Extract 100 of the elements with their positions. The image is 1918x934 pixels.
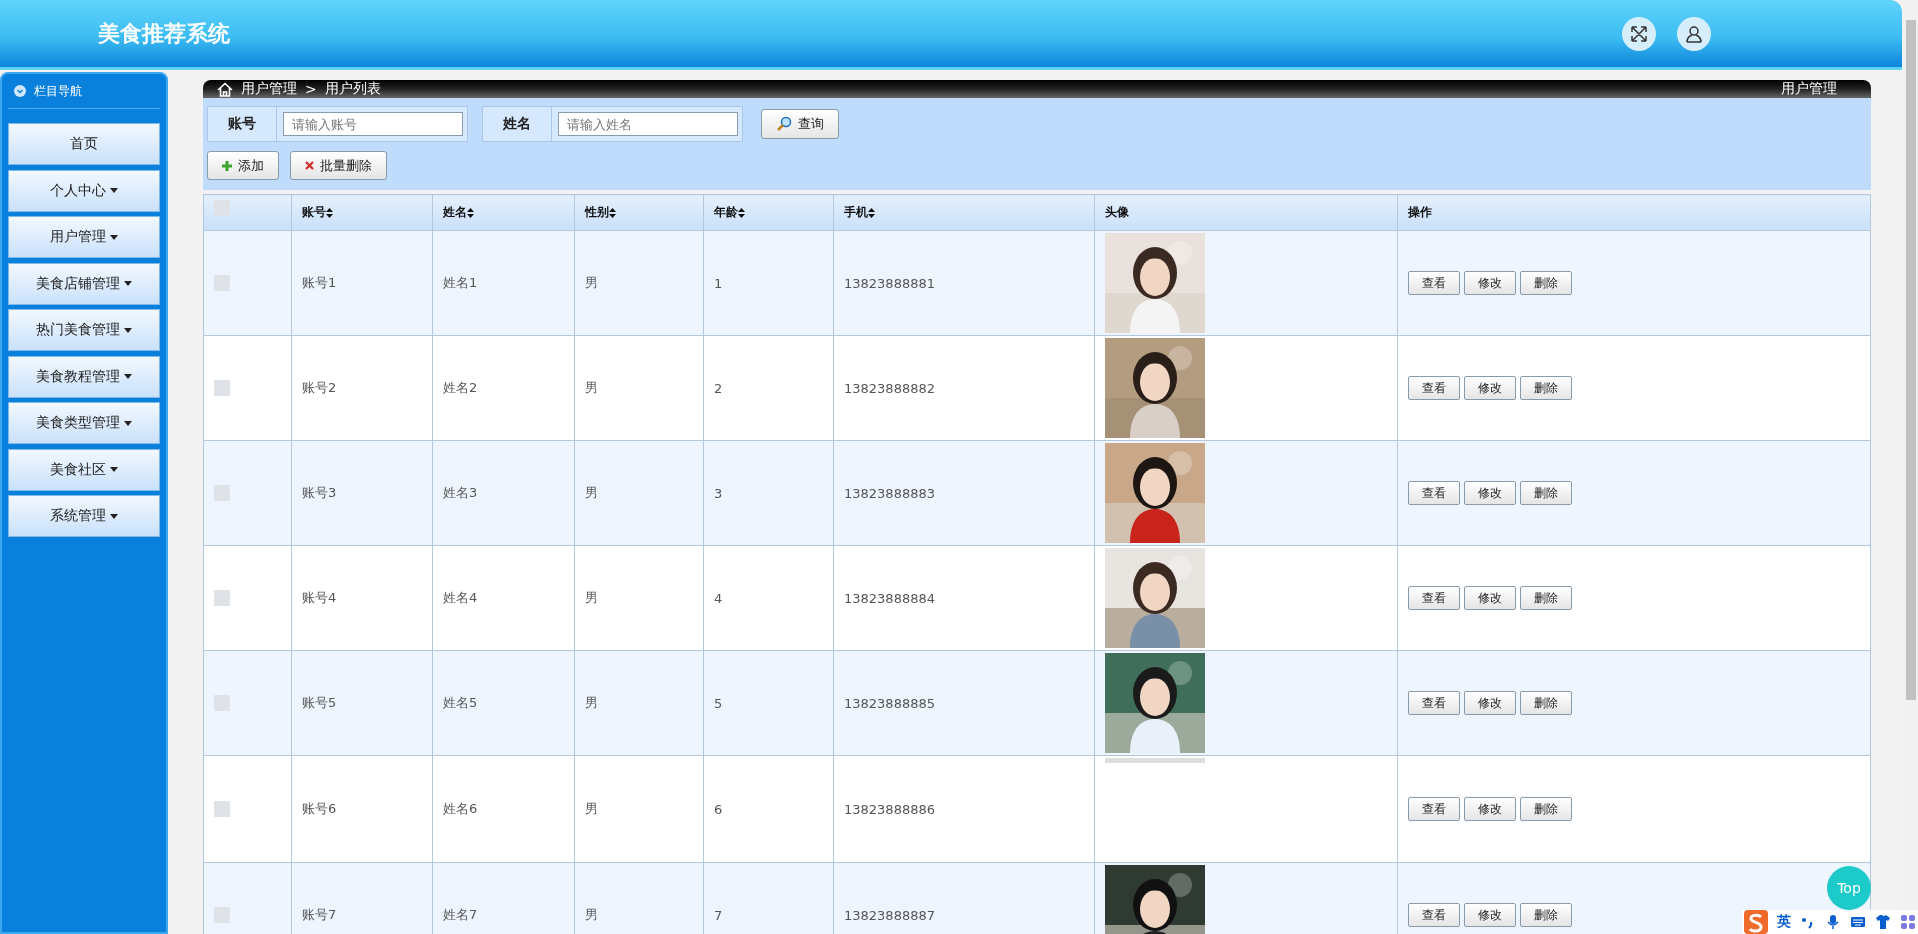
- sidebar-item[interactable]: 热门美食管理: [8, 309, 160, 351]
- plus-icon: [222, 160, 232, 171]
- row-action-button[interactable]: 删除: [1520, 797, 1572, 821]
- expand-icon: [1629, 23, 1649, 44]
- add-button[interactable]: 添加: [207, 151, 279, 180]
- column-header[interactable]: 手机: [844, 204, 875, 221]
- breadcrumb-link[interactable]: 用户管理: [241, 80, 297, 98]
- sidebar-item[interactable]: 用户管理: [8, 216, 160, 258]
- table-cell: 男: [574, 545, 704, 651]
- row-action-button[interactable]: 删除: [1520, 691, 1572, 715]
- batch-delete-button[interactable]: 批量删除: [290, 151, 387, 180]
- column-header[interactable]: 性别: [585, 204, 616, 221]
- sidebar-item[interactable]: 首页: [8, 123, 160, 165]
- row-action-button[interactable]: 删除: [1520, 481, 1572, 505]
- row-action-button[interactable]: 查看: [1408, 376, 1460, 400]
- table-cell: 13823888883: [833, 440, 1095, 546]
- table-cell: 7: [703, 862, 834, 934]
- row-action-button[interactable]: 查看: [1408, 691, 1460, 715]
- table-cell: 13823888886: [833, 755, 1095, 863]
- table-cell: 1: [703, 230, 834, 336]
- search-button[interactable]: 查询: [761, 109, 839, 139]
- home-icon: [217, 81, 233, 97]
- grid-icon: [1900, 914, 1916, 930]
- column-header[interactable]: 账号: [302, 204, 333, 221]
- column-header: 头像: [1105, 204, 1129, 221]
- table-cell: 账号5: [291, 650, 433, 756]
- table-cell: 男: [574, 230, 704, 336]
- table-cell: 男: [574, 862, 704, 934]
- cross-icon: [305, 161, 314, 170]
- table-cell: 账号6: [291, 755, 433, 863]
- table-cell: 姓名4: [432, 545, 575, 651]
- row-action-button[interactable]: 删除: [1520, 271, 1572, 295]
- row-action-button[interactable]: 删除: [1520, 376, 1572, 400]
- row-action-button[interactable]: 查看: [1408, 797, 1460, 821]
- table-cell: 3: [703, 440, 834, 546]
- row-checkbox[interactable]: [214, 275, 230, 291]
- user-icon: [1684, 23, 1704, 44]
- row-checkbox[interactable]: [214, 907, 230, 923]
- row-action-button[interactable]: 修改: [1464, 797, 1516, 821]
- breadcrumb-separator: >: [305, 81, 317, 97]
- row-action-button[interactable]: 修改: [1464, 903, 1516, 927]
- search-field[interactable]: 请输入账号: [283, 112, 463, 136]
- table-cell: 姓名1: [432, 230, 575, 336]
- row-action-button[interactable]: 修改: [1464, 271, 1516, 295]
- app-title: 美食推荐系统: [98, 19, 231, 48]
- table-cell: 男: [574, 335, 704, 441]
- field-label: 姓名: [483, 107, 552, 141]
- row-checkbox[interactable]: [214, 590, 230, 606]
- row-checkbox[interactable]: [214, 380, 230, 396]
- table-cell: 男: [574, 755, 704, 863]
- table-cell: 13823888885: [833, 650, 1095, 756]
- ime-mode[interactable]: 英: [1777, 913, 1791, 931]
- scrollbar-thumb[interactable]: [1906, 20, 1916, 700]
- table-cell: 账号7: [291, 862, 433, 934]
- table-cell: 13823888882: [833, 335, 1095, 441]
- table-cell: 6: [703, 755, 834, 863]
- sidebar-title: 栏目导航: [34, 82, 82, 100]
- row-checkbox[interactable]: [214, 695, 230, 711]
- table-cell: 4: [703, 545, 834, 651]
- search-field[interactable]: 请输入姓名: [558, 112, 738, 136]
- row-action-button[interactable]: 查看: [1408, 586, 1460, 610]
- user-button[interactable]: [1677, 16, 1711, 51]
- table-cell: 账号1: [291, 230, 433, 336]
- sidebar-item[interactable]: 美食教程管理: [8, 355, 160, 398]
- table-cell: 账号4: [291, 545, 433, 651]
- row-action-button[interactable]: 修改: [1464, 691, 1516, 715]
- table-cell: 姓名7: [432, 862, 575, 934]
- row-action-button[interactable]: 修改: [1464, 376, 1516, 400]
- row-action-button[interactable]: 修改: [1464, 481, 1516, 505]
- row-action-button[interactable]: 修改: [1464, 586, 1516, 610]
- table-cell: 13823888887: [833, 862, 1095, 934]
- microphone-icon: [1825, 914, 1841, 930]
- column-header[interactable]: 年龄: [714, 204, 745, 221]
- table-cell: 账号3: [291, 440, 433, 546]
- sidebar-item[interactable]: 美食类型管理: [8, 402, 160, 444]
- fullscreen-button[interactable]: [1622, 16, 1656, 51]
- table-cell: 账号2: [291, 335, 433, 441]
- table-cell: 姓名6: [432, 755, 575, 863]
- breadcrumb-link[interactable]: 用户列表: [324, 80, 381, 98]
- table-cell: 2: [703, 335, 834, 441]
- sidebar-item[interactable]: 美食社区: [8, 448, 160, 491]
- row-checkbox[interactable]: [214, 485, 230, 501]
- column-header[interactable]: 姓名: [443, 204, 474, 221]
- sidebar-item[interactable]: 个人中心: [8, 169, 160, 212]
- table-cell: 男: [574, 650, 704, 756]
- table-cell: 13823888884: [833, 545, 1095, 651]
- row-action-button[interactable]: 查看: [1408, 903, 1460, 927]
- row-action-button[interactable]: 查看: [1408, 481, 1460, 505]
- page-title: 用户管理: [1781, 80, 1837, 98]
- row-action-button[interactable]: 删除: [1520, 586, 1572, 610]
- sidebar-item[interactable]: 系统管理: [8, 495, 160, 537]
- table-cell: 姓名2: [432, 335, 575, 441]
- row-action-button[interactable]: 查看: [1408, 271, 1460, 295]
- row-action-button[interactable]: 删除: [1520, 903, 1572, 927]
- arrow-circle-icon: [14, 85, 26, 97]
- table-cell: 5: [703, 650, 834, 756]
- column-header: 操作: [1408, 204, 1432, 221]
- table-cell: 13823888881: [833, 230, 1095, 336]
- row-checkbox[interactable]: [214, 801, 230, 817]
- sidebar-item[interactable]: 美食店铺管理: [8, 262, 160, 305]
